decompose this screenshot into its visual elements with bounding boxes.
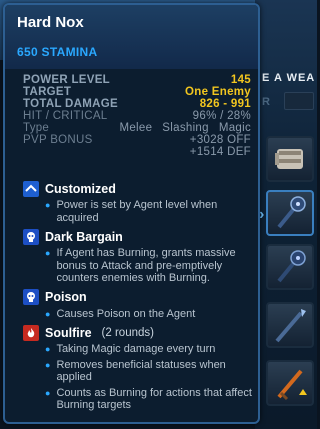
background-sub-text: R xyxy=(262,96,270,108)
mace-icon xyxy=(277,250,306,283)
gauntlet-icon xyxy=(275,149,303,169)
ability-bullet: ● Taking Magic damage every turn xyxy=(45,343,216,355)
item-title: Hard Nox xyxy=(17,14,84,31)
ability-name: Customized xyxy=(45,181,116,196)
stat-value: 145 xyxy=(230,74,251,86)
ability-dark-bargain: Dark Bargain ● If Agent has Burning, gran… xyxy=(23,228,255,285)
ability-customized: Customized ● Power is set by Agent level … xyxy=(23,180,255,224)
level-icon xyxy=(23,180,39,197)
ability-bullet: ● If Agent has Burning, grants massive bo… xyxy=(45,247,236,284)
type-value: Slashing xyxy=(162,122,209,134)
weapon-slot-mace-selected[interactable] xyxy=(266,190,314,236)
weapon-slot-spear[interactable] xyxy=(266,302,314,348)
ability-name: Dark Bargain xyxy=(45,229,123,244)
stat-label: POWER LEVEL xyxy=(23,74,111,86)
abilities-list: Customized ● Power is set by Agent level … xyxy=(23,180,255,416)
stat-value: 96% / 28% xyxy=(192,110,251,122)
mace-icon xyxy=(277,196,306,229)
stat-label: TOTAL DAMAGE xyxy=(23,98,118,110)
type-label: Type xyxy=(23,122,50,134)
ability-duration: (2 rounds) xyxy=(101,326,154,339)
stat-row-total-damage: TOTAL DAMAGE 826 - 991 xyxy=(23,98,251,110)
stat-row-target: TARGET One Enemy xyxy=(23,86,251,98)
stat-row-type: Type Melee Slashing Magic xyxy=(23,122,251,134)
background-filter-box[interactable] xyxy=(284,92,314,110)
stamina-cost: 650 STAMINA xyxy=(17,45,98,59)
stat-row-pvp-defense: +1514 DEF xyxy=(23,146,251,158)
ability-soulfire: Soulfire (2 rounds) ● Taking Magic damage… xyxy=(23,324,255,412)
stat-row-pvp-bonus: PVP BONUS +3028 OFF xyxy=(23,134,251,146)
ability-bullet: ● Removes beneficial statuses when applie… xyxy=(45,358,226,384)
weapon-slot-sword[interactable] xyxy=(266,360,314,406)
stat-row-hit-critical: HIT / CRITICAL 96% / 28% xyxy=(23,110,251,122)
stat-label: HIT / CRITICAL xyxy=(23,110,108,122)
spear-icon xyxy=(275,309,306,343)
stats-block: POWER LEVEL 145 TARGET One Enemy TOTAL D… xyxy=(23,74,251,158)
ability-name: Poison xyxy=(45,290,87,304)
ability-name: Soulfire xyxy=(45,325,92,340)
pvp-label: PVP BONUS xyxy=(23,134,93,146)
stat-value: 826 - 991 xyxy=(199,98,251,110)
type-values: Melee Slashing Magic xyxy=(119,122,251,134)
soulfire-icon xyxy=(23,324,39,341)
item-tooltip: Hard Nox 650 STAMINA POWER LEVEL 145 TAR… xyxy=(3,3,260,424)
stat-value: One Enemy xyxy=(185,86,251,98)
ability-bullet: ● Counts as Burning for actions that affe… xyxy=(45,386,252,412)
type-value: Magic xyxy=(218,122,251,134)
weapon-slot-mace-2[interactable] xyxy=(266,244,314,290)
weapon-slot-gauntlet[interactable] xyxy=(266,136,314,182)
pvp-defense-bonus: +1514 DEF xyxy=(189,146,251,158)
pvp-attack-bonus: +3028 OFF xyxy=(189,134,251,146)
background-header-text: E A WEA xyxy=(262,72,316,84)
flame-sword-icon xyxy=(277,369,307,401)
stat-row-power-level: POWER LEVEL 145 xyxy=(23,74,251,86)
ability-bullet: ● Power is set by Agent level when acquir… xyxy=(45,199,218,224)
skull-icon xyxy=(23,289,39,305)
ability-bullet: ● Causes Poison on the Agent xyxy=(45,307,196,320)
skull-icon xyxy=(23,228,39,245)
ability-poison: Poison ● Causes Poison on the Agent xyxy=(23,289,255,321)
type-value: Melee xyxy=(119,122,153,134)
stat-label: TARGET xyxy=(23,86,72,98)
